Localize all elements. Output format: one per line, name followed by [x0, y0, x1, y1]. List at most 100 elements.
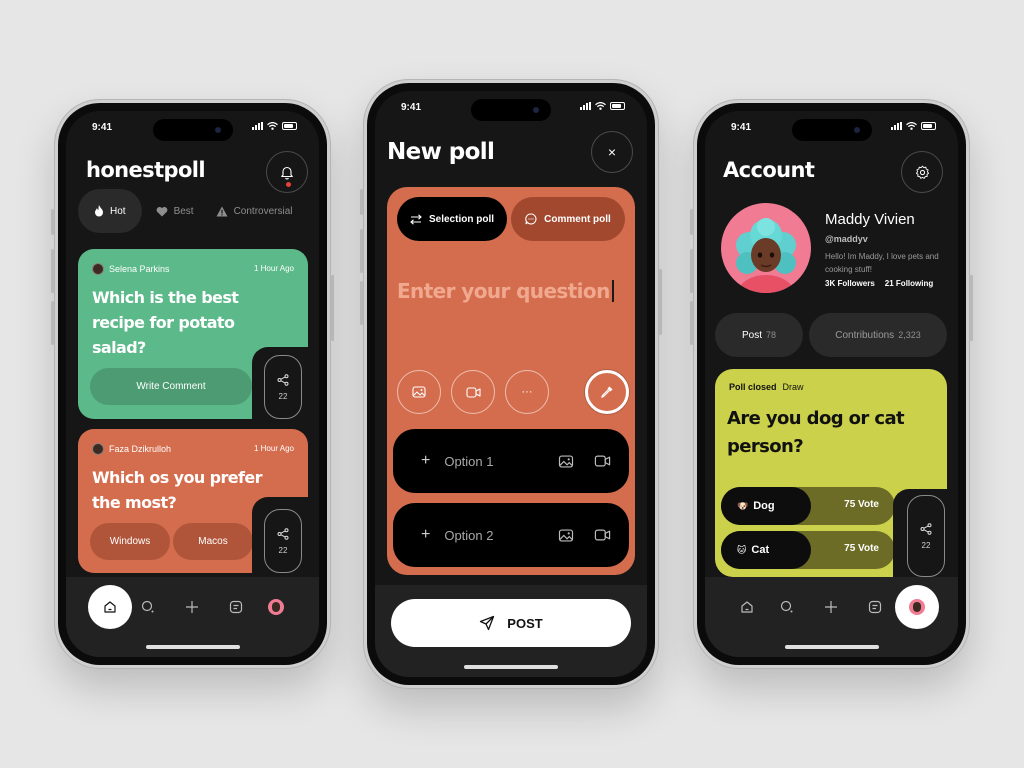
nav-messages[interactable] [865, 597, 885, 617]
nav-search[interactable] [777, 597, 797, 617]
card-author: Selena Parkins [92, 263, 170, 275]
profile-avatar [721, 203, 811, 293]
home-indicator [145, 645, 240, 649]
contributions-label: Contributions [835, 329, 895, 341]
image-icon [412, 386, 426, 398]
option-row[interactable]: + Option 1 [393, 429, 629, 493]
nav-profile[interactable] [895, 585, 939, 629]
side-button [360, 229, 363, 273]
bell-icon [281, 166, 293, 179]
tab-best[interactable]: Best [148, 189, 202, 233]
add-option-icon: + [421, 452, 431, 469]
color-picker-button[interactable] [585, 370, 629, 414]
vote-bar: 🐶 Dog [721, 487, 811, 525]
status-bar: 9:41 [705, 111, 958, 141]
vote-option[interactable]: 🐱 Cat 75 Vote [721, 531, 895, 569]
poll-status-row: Poll closed Draw [729, 382, 804, 392]
vote-label: Cat [751, 544, 770, 556]
share-button[interactable]: 22 [264, 509, 302, 573]
share-button[interactable]: 22 [907, 495, 945, 577]
settings-button[interactable] [901, 151, 943, 193]
phone-bezel: 9:41 honestpoll Hot Best Controversial S… [58, 103, 327, 665]
app-title: honestpoll [86, 158, 206, 182]
status-icons [252, 122, 297, 130]
tab-controversial[interactable]: Controversial [208, 189, 301, 233]
chat-bubble-icon [525, 213, 537, 225]
option-macos-button[interactable]: Macos [173, 523, 253, 560]
side-button [690, 301, 693, 345]
tab-controversial-label: Controversial [233, 205, 293, 217]
nav-create[interactable] [182, 597, 202, 617]
image-icon[interactable] [558, 528, 574, 542]
comment-poll-button[interactable]: Comment poll [511, 197, 625, 241]
add-image-button[interactable] [397, 370, 441, 414]
option-row[interactable]: + Option 2 [393, 503, 629, 567]
followers-count[interactable]: 3K Followers [825, 279, 875, 288]
more-options-button[interactable]: ··· [505, 370, 549, 414]
nav-create[interactable] [821, 597, 841, 617]
author-name: Faza Dzikrulloh [109, 444, 172, 454]
status-icons [580, 102, 625, 110]
notification-button[interactable] [266, 151, 308, 193]
vote-bar: 🐱 Cat [721, 531, 811, 569]
nav-home[interactable] [88, 585, 132, 629]
option-media-icons [558, 528, 611, 542]
dynamic-island [152, 119, 233, 141]
page-title: Account [723, 158, 815, 182]
phone-account: 9:41 Account Maddy Vivien @maddyv Hello!… [690, 99, 973, 669]
post-button[interactable]: POST [391, 599, 631, 647]
close-button[interactable]: × [591, 131, 633, 173]
add-option-icon: + [421, 526, 431, 543]
selection-poll-button[interactable]: Selection poll [397, 197, 507, 241]
status-time: 9:41 [731, 122, 752, 133]
home-icon [741, 601, 753, 613]
poll-status: Poll closed [729, 382, 777, 392]
page-title: New poll [387, 139, 495, 165]
status-bar: 9:41 [66, 111, 319, 141]
author-name: Selena Parkins [109, 264, 170, 274]
nav-home[interactable] [737, 597, 757, 617]
add-video-button[interactable] [451, 370, 495, 414]
tab-hot[interactable]: Hot [78, 189, 142, 233]
write-comment-button[interactable]: Write Comment [90, 368, 252, 405]
wifi-icon [267, 122, 278, 130]
video-icon[interactable] [594, 528, 611, 541]
option-media-icons [558, 454, 611, 468]
feed-tabs: Hot Best Controversial [78, 189, 301, 233]
warning-icon [216, 206, 228, 216]
profile-handle: @maddyv [825, 234, 868, 244]
note-icon [868, 600, 882, 614]
option-label: Option 1 [444, 453, 494, 469]
vote-option[interactable]: 🐶 Dog 75 Vote [721, 487, 895, 525]
signal-icon [252, 122, 263, 130]
status-time: 9:41 [401, 102, 422, 113]
vote-count: 75 Vote [844, 499, 879, 510]
nav-profile[interactable] [266, 597, 286, 617]
image-icon[interactable] [558, 454, 574, 468]
posts-chip[interactable]: Post 78 [715, 313, 803, 357]
avatar [92, 263, 104, 275]
video-icon[interactable] [594, 454, 611, 467]
post-label: POST [507, 615, 543, 631]
home-indicator [784, 645, 879, 649]
follow-stats: 3K Followers 21 Following [825, 279, 933, 288]
share-button[interactable]: 22 [264, 355, 302, 419]
cat-emoji-icon: 🐱 [737, 544, 747, 555]
new-poll-screen: 9:41 New poll × Selection poll Comment p… [375, 91, 647, 677]
following-count[interactable]: 21 Following [885, 279, 933, 288]
contributions-chip[interactable]: Contributions 2,323 [809, 313, 947, 357]
poll-result: Draw [782, 382, 804, 392]
question-input[interactable]: Enter your question [397, 279, 614, 303]
side-button [690, 249, 693, 293]
card-timestamp: 1 Hour Ago [253, 264, 294, 273]
posts-count: 78 [766, 330, 777, 340]
wifi-icon [595, 102, 606, 110]
nav-search[interactable] [138, 597, 158, 617]
nav-messages[interactable] [226, 597, 246, 617]
option-windows-button[interactable]: Windows [90, 523, 170, 560]
note-icon [229, 600, 243, 614]
home-icon [104, 601, 116, 613]
text-caret [611, 280, 614, 302]
posts-label: Post [741, 329, 762, 341]
profile-avatar-icon [909, 599, 925, 615]
